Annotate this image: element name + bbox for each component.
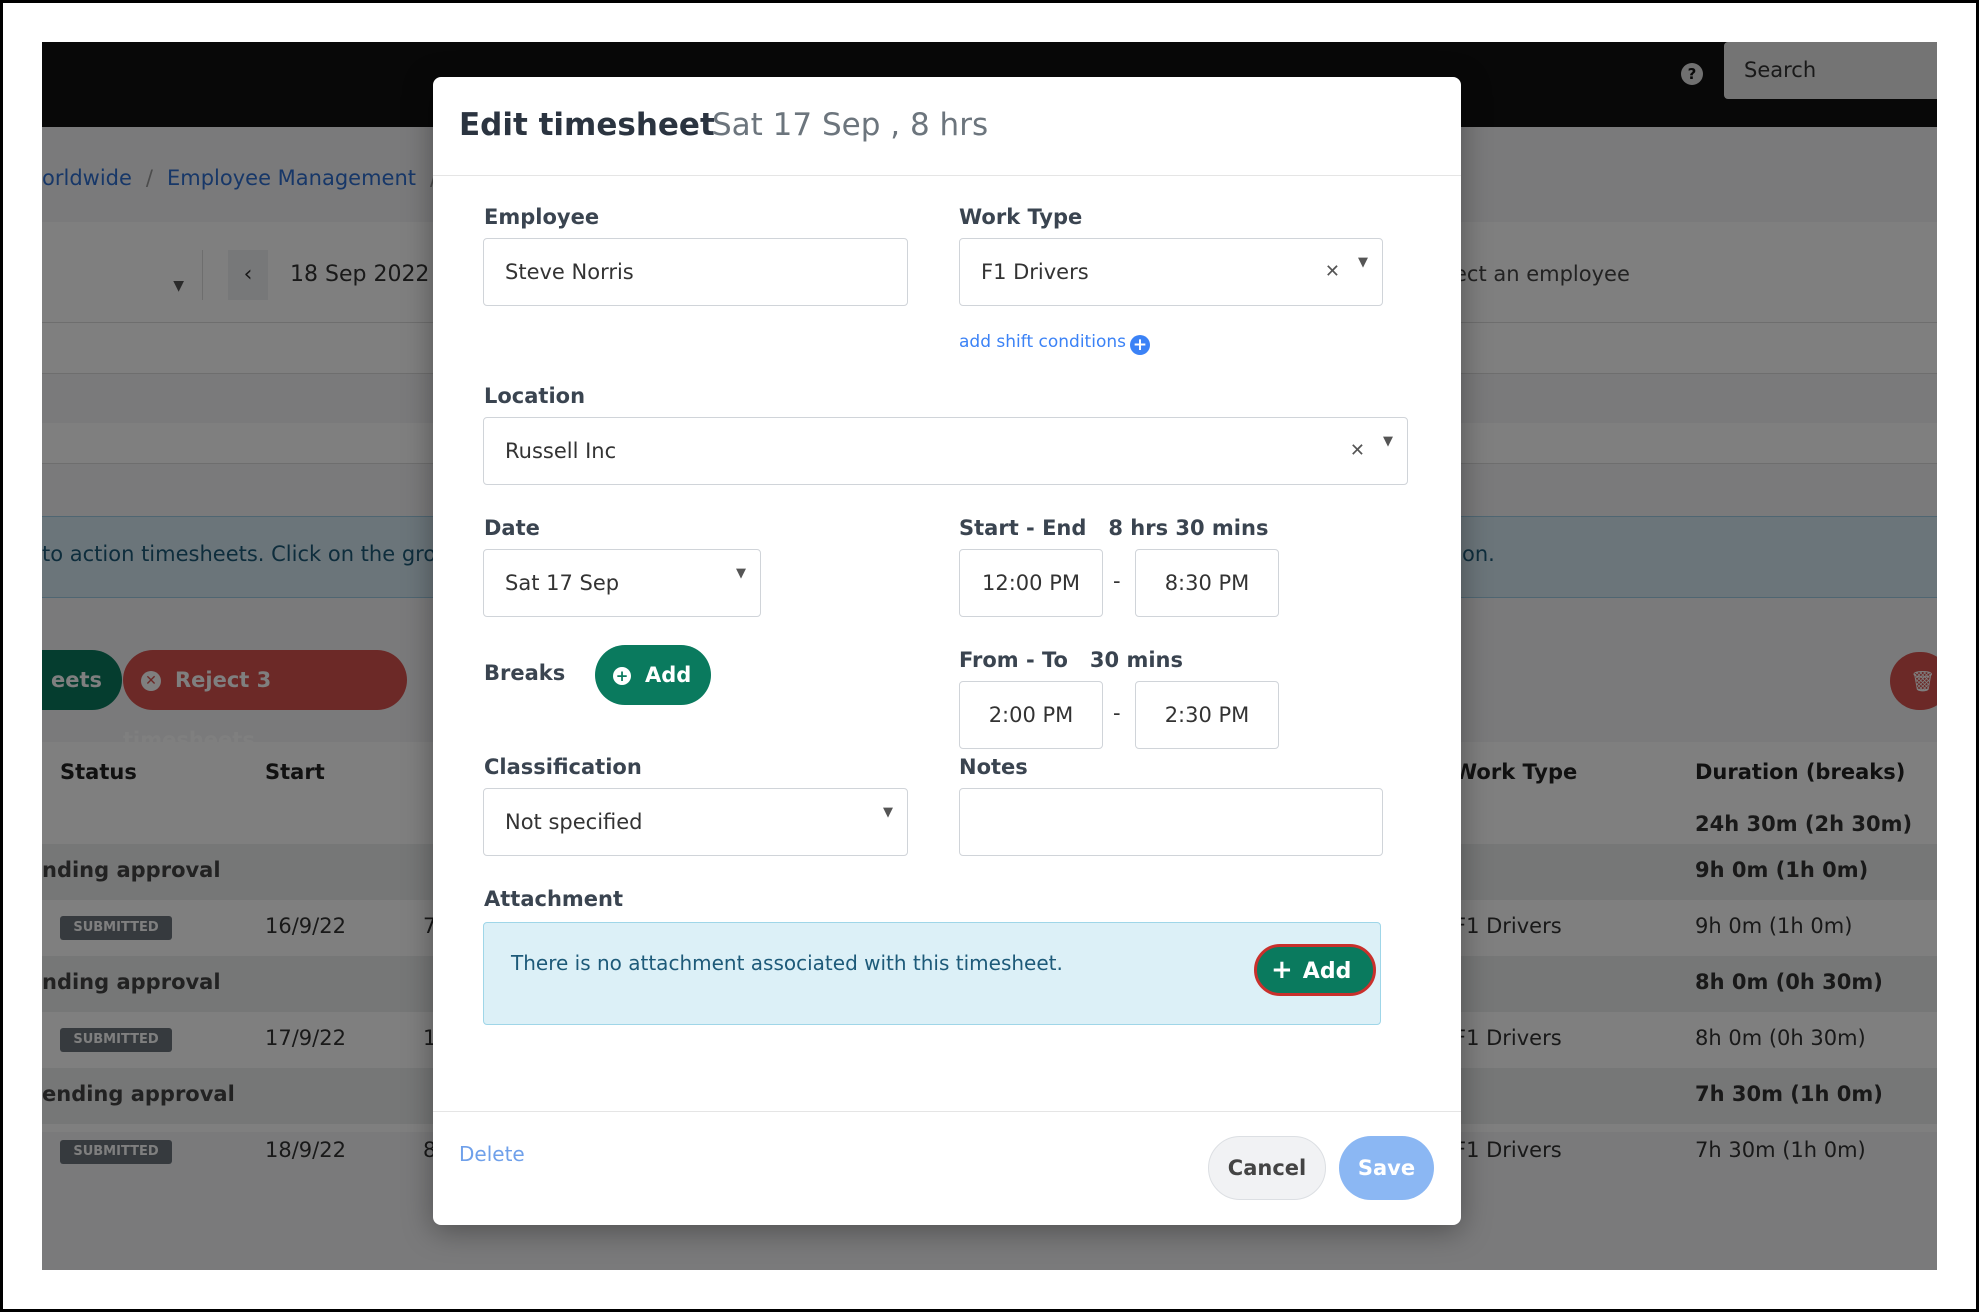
notes-field[interactable] bbox=[959, 788, 1383, 856]
save-button[interactable]: Save bbox=[1339, 1136, 1434, 1200]
start-end-summary: 8 hrs 30 mins bbox=[1108, 516, 1269, 540]
date-value: Sat 17 Sep bbox=[505, 571, 620, 595]
modal-header: Edit timesheet Sat 17 Sep , 8 hrs bbox=[433, 77, 1461, 176]
caret-down-icon: ▼ bbox=[883, 805, 893, 820]
break-to-input[interactable]: 2:30 PM bbox=[1135, 681, 1279, 749]
plus-circle-icon: + bbox=[613, 667, 631, 685]
work-type-value: F1 Drivers bbox=[981, 260, 1089, 284]
break-duration-summary: 30 mins bbox=[1089, 648, 1183, 672]
add-break-button[interactable]: + Add bbox=[595, 645, 711, 705]
add-shift-conditions-link[interactable]: add shift conditions + bbox=[959, 332, 1150, 355]
clear-icon[interactable]: ✕ bbox=[1350, 418, 1365, 484]
location-value: Russell Inc bbox=[505, 439, 617, 463]
caret-down-icon: ▼ bbox=[1358, 255, 1368, 270]
add-attachment-button[interactable]: + Add bbox=[1254, 944, 1376, 996]
location-label: Location bbox=[484, 384, 586, 408]
attachment-label: Attachment bbox=[484, 887, 624, 911]
from-to-label: From - To 30 mins bbox=[959, 648, 1183, 672]
classification-value: Not specified bbox=[505, 810, 643, 834]
edit-timesheet-dialog: Edit timesheet Sat 17 Sep , 8 hrs Employ… bbox=[433, 77, 1461, 1225]
delete-link[interactable]: Delete bbox=[459, 1142, 525, 1166]
time-range-dash: - bbox=[1113, 701, 1121, 725]
attachment-empty-text: There is no attachment associated with t… bbox=[511, 951, 1063, 975]
work-type-select[interactable]: F1 Drivers ✕ ▼ bbox=[959, 238, 1383, 306]
classification-select[interactable]: Not specified ▼ bbox=[483, 788, 908, 856]
add-attachment-label: Add bbox=[1302, 959, 1352, 984]
add-break-label: Add bbox=[645, 663, 692, 687]
break-from-input[interactable]: 2:00 PM bbox=[959, 681, 1103, 749]
employee-label: Employee bbox=[484, 205, 600, 229]
cancel-button[interactable]: Cancel bbox=[1208, 1136, 1326, 1200]
plus-circle-icon: + bbox=[1129, 335, 1150, 355]
start-time-input[interactable]: 12:00 PM bbox=[959, 549, 1103, 617]
notes-label: Notes bbox=[959, 755, 1028, 779]
breaks-label: Breaks bbox=[484, 661, 566, 685]
classification-label: Classification bbox=[484, 755, 642, 779]
employee-field[interactable]: Steve Norris bbox=[483, 238, 908, 306]
modal-footer: Delete Cancel Save bbox=[433, 1111, 1461, 1226]
start-end-label: Start - End 8 hrs 30 mins bbox=[959, 516, 1269, 540]
work-type-label: Work Type bbox=[959, 205, 1083, 229]
modal-title: Edit timesheet bbox=[459, 107, 715, 143]
caret-down-icon: ▼ bbox=[1383, 434, 1393, 449]
clear-icon[interactable]: ✕ bbox=[1325, 239, 1340, 305]
date-select[interactable]: Sat 17 Sep ▼ bbox=[483, 549, 761, 617]
date-label: Date bbox=[484, 516, 540, 540]
attachment-empty-notice: There is no attachment associated with t… bbox=[483, 922, 1381, 1025]
location-select[interactable]: Russell Inc ✕ ▼ bbox=[483, 417, 1408, 485]
end-time-input[interactable]: 8:30 PM bbox=[1135, 549, 1279, 617]
add-shift-conditions-label: add shift conditions bbox=[959, 332, 1126, 352]
caret-down-icon: ▼ bbox=[736, 566, 746, 581]
time-range-dash: - bbox=[1113, 569, 1121, 593]
modal-subtitle: Sat 17 Sep , 8 hrs bbox=[712, 107, 989, 143]
plus-icon: + bbox=[1271, 955, 1293, 985]
